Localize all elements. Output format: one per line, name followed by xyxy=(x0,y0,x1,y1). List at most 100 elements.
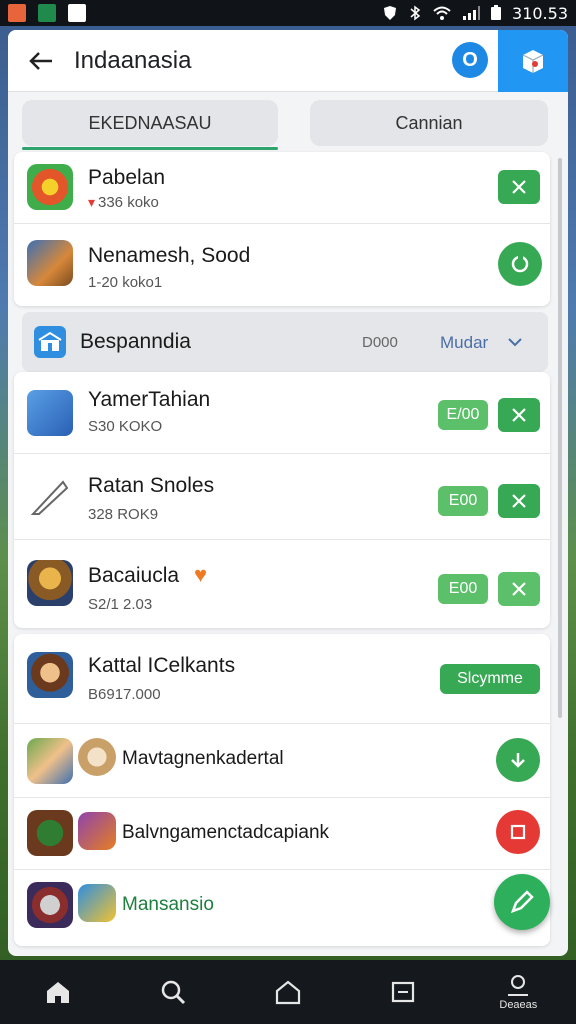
download-button[interactable] xyxy=(496,738,540,782)
app-header: Indaanasia O xyxy=(8,30,568,92)
action-button[interactable]: Slcymme xyxy=(440,664,540,694)
list-item[interactable]: Kattal ICelkants B6917.000 Slcymme xyxy=(14,634,550,724)
item-title: YamerTahian xyxy=(88,388,211,411)
user-icon xyxy=(508,975,529,996)
item-title: Bacaiucla xyxy=(88,564,180,587)
app-icon xyxy=(27,652,73,698)
item-subtitle: 328 ROK9 xyxy=(88,506,159,523)
list-item[interactable]: Mansansio xyxy=(14,870,550,946)
nav-home[interactable] xyxy=(28,964,88,1020)
remove-button[interactable] xyxy=(496,810,540,854)
active-tab-indicator xyxy=(22,147,278,150)
item-title: Kattal ICelkants xyxy=(88,654,236,677)
pencil-icon xyxy=(510,890,534,914)
item-title: Mavtagnenkadertal xyxy=(122,748,284,769)
package-button[interactable] xyxy=(498,30,568,92)
close-button[interactable] xyxy=(498,398,540,432)
image-notification-icon xyxy=(68,4,86,22)
section-header[interactable]: Bespanndia D000 Mudar xyxy=(22,312,548,372)
list-item[interactable]: Bacaiucla ♥ S2/1 2.03 E00 xyxy=(14,540,550,628)
sheet-notification-icon xyxy=(38,4,56,22)
house-outline-icon xyxy=(275,980,301,1005)
package-icon xyxy=(522,50,544,73)
close-icon xyxy=(512,180,526,194)
item-title: Mansansio xyxy=(122,894,214,915)
status-badge: E00 xyxy=(438,486,488,516)
nav-account-label: Deaeas xyxy=(499,999,538,1011)
profile-button[interactable]: O xyxy=(452,42,488,78)
square-icon xyxy=(392,981,415,1003)
main-panel: Indaanasia O EKEDNAASAU Cannian Pabelan … xyxy=(8,30,568,956)
item-title: Nenamesh, Sood xyxy=(88,244,251,267)
edit-fab[interactable] xyxy=(494,874,550,930)
section-count: D000 xyxy=(362,334,398,351)
scrollbar[interactable] xyxy=(558,158,562,718)
secondary-app-icon xyxy=(78,812,116,850)
close-icon xyxy=(512,494,526,508)
tab-bar: EKEDNAASAU Cannian xyxy=(22,100,550,150)
nav-account[interactable]: Deaeas xyxy=(488,964,548,1020)
top-list-card: Pabelan ▾ 336 koko Nenamesh, Sood 1-20 k… xyxy=(14,152,550,306)
app-icon xyxy=(27,882,73,928)
nav-search[interactable] xyxy=(143,964,203,1020)
section-list-card: YamerTahian S30 KOKO E/00 Ratan Snoles 3… xyxy=(14,372,550,628)
list-item[interactable]: YamerTahian S30 KOKO E/00 xyxy=(14,372,550,454)
item-subtitle: S30 KOKO xyxy=(88,418,163,435)
close-button[interactable] xyxy=(498,170,540,204)
app-icon xyxy=(27,390,73,436)
app-notification-icon xyxy=(8,4,26,22)
battery-icon xyxy=(491,5,502,20)
search-icon xyxy=(161,980,185,1005)
arrow-down-icon: ▾ xyxy=(88,194,96,210)
chevron-down-icon[interactable] xyxy=(508,338,522,348)
list-item[interactable]: Ratan Snoles 328 ROK9 E00 xyxy=(14,454,550,540)
arrow-down-icon xyxy=(511,753,525,768)
app-icon xyxy=(27,560,73,606)
nav-house[interactable] xyxy=(258,964,318,1020)
app-icon xyxy=(27,810,73,856)
app-icon xyxy=(27,240,73,286)
refresh-icon xyxy=(511,255,529,273)
close-icon xyxy=(512,582,526,596)
item-title: Pabelan xyxy=(88,166,166,189)
list-item[interactable]: Pabelan ▾ 336 koko xyxy=(14,152,550,224)
item-subtitle: B6917.000 xyxy=(88,686,161,703)
app-icon xyxy=(27,738,73,784)
building-icon xyxy=(34,326,66,358)
section-action[interactable]: Mudar xyxy=(440,333,488,353)
nav-library[interactable] xyxy=(373,964,433,1020)
item-title: Ratan Snoles xyxy=(88,474,215,497)
heart-icon: ♥ xyxy=(194,562,208,587)
page-title: Indaanasia xyxy=(74,46,192,74)
tab-label: EKEDNAASAU xyxy=(88,112,212,133)
clock: 310.53 xyxy=(512,3,568,23)
app-icon xyxy=(27,164,73,210)
lower-list-card: Kattal ICelkants B6917.000 Slcymme Mavta… xyxy=(14,634,550,946)
back-button[interactable] xyxy=(8,30,74,92)
item-subtitle: S2/1 2.03 xyxy=(88,596,153,613)
list-item[interactable]: Nenamesh, Sood 1-20 koko1 xyxy=(14,224,550,306)
close-icon xyxy=(512,408,526,422)
wifi-icon xyxy=(433,6,451,20)
status-badge: E/00 xyxy=(438,400,488,430)
stop-icon xyxy=(510,824,526,840)
item-subtitle: 336 koko xyxy=(98,194,159,211)
status-badge: E00 xyxy=(438,574,488,604)
item-title: Balvngamenctadcapiank xyxy=(122,822,330,843)
tab-label: Cannian xyxy=(395,112,463,133)
close-button[interactable] xyxy=(498,484,540,518)
section-title: Bespanndia xyxy=(80,330,191,353)
arrow-left-icon xyxy=(29,51,52,70)
bluetooth-icon xyxy=(410,5,421,21)
close-button[interactable] xyxy=(498,572,540,606)
secondary-app-icon xyxy=(78,738,116,776)
sync-button[interactable] xyxy=(498,242,542,286)
shield-icon xyxy=(384,6,397,20)
list-item[interactable]: Balvngamenctadcapiank xyxy=(14,798,550,870)
secondary-app-icon xyxy=(78,884,116,922)
tab-ekednaasau[interactable]: EKEDNAASAU xyxy=(22,100,278,146)
feather-icon xyxy=(30,480,69,515)
tab-cannian[interactable]: Cannian xyxy=(310,100,548,146)
list-item[interactable]: Mavtagnenkadertal xyxy=(14,724,550,798)
status-bar: 310.53 xyxy=(0,0,576,26)
